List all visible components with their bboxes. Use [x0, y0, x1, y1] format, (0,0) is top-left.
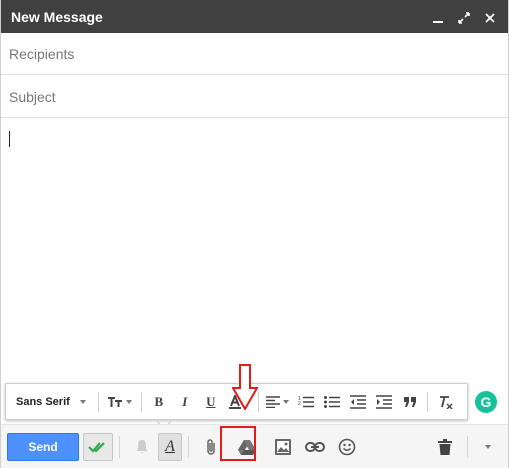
discard-draft-button[interactable]: [429, 433, 461, 461]
font-family-select[interactable]: Sans Serif: [6, 384, 94, 419]
numbered-list-icon: 12: [298, 396, 314, 407]
highlight-box: [220, 426, 256, 461]
font-size-select[interactable]: [103, 384, 137, 419]
chevron-down-icon: [79, 399, 86, 404]
indent-less-button[interactable]: [345, 384, 371, 419]
bold-button[interactable]: B: [146, 384, 172, 419]
recipients-field: [1, 33, 508, 75]
underline-button[interactable]: U: [198, 384, 224, 419]
insert-photo-button[interactable]: [267, 433, 299, 461]
formatting-options-button[interactable]: A: [158, 432, 182, 461]
double-check-icon: [88, 441, 105, 453]
indent-less-icon: [349, 394, 366, 409]
insert-emoji-button[interactable]: [331, 433, 363, 461]
divider: [188, 435, 189, 458]
message-body[interactable]: [1, 119, 508, 379]
font-family-label: Sans Serif: [16, 395, 70, 408]
send-later-button[interactable]: [83, 432, 113, 461]
bulleted-list-button[interactable]: [319, 384, 345, 419]
trash-icon: [438, 438, 452, 455]
subject-field: [1, 76, 508, 118]
text-caret: [9, 131, 10, 147]
emoji-icon: [338, 438, 356, 455]
bulleted-list-icon: [323, 395, 340, 408]
align-left-icon: [266, 395, 281, 408]
reminder-button[interactable]: [126, 433, 158, 461]
recipients-input[interactable]: [1, 33, 508, 74]
indent-more-button[interactable]: [371, 384, 397, 419]
text-size-icon: [108, 396, 123, 407]
subject-input[interactable]: [1, 76, 508, 117]
more-options-button[interactable]: [474, 433, 502, 461]
divider: [467, 435, 468, 458]
remove-formatting-button[interactable]: [432, 384, 458, 419]
link-icon: [305, 441, 325, 452]
compose-titlebar[interactable]: New Message: [1, 0, 508, 33]
divider: [97, 391, 99, 412]
photo-icon: [275, 438, 291, 455]
chevron-down-icon: [126, 399, 133, 404]
close-icon[interactable]: [484, 11, 496, 23]
indent-more-icon: [375, 394, 392, 409]
send-button[interactable]: Send: [7, 432, 79, 461]
chevron-down-icon: [283, 399, 290, 404]
divider: [119, 435, 120, 458]
paperclip-icon: [207, 438, 215, 455]
numbered-list-button[interactable]: 12: [293, 384, 319, 419]
grammarly-label: G: [480, 394, 492, 410]
quote-icon: [403, 396, 416, 407]
clear-formatting-icon: [439, 395, 453, 409]
grammarly-button[interactable]: G: [475, 391, 497, 413]
compose-window: New Message Sans Serif: [0, 0, 509, 468]
arrow-down-icon: [232, 364, 258, 410]
minimize-icon[interactable]: [432, 11, 444, 23]
italic-button[interactable]: I: [172, 384, 198, 419]
chevron-down-icon: [485, 444, 491, 449]
quote-button[interactable]: [397, 384, 423, 419]
bell-icon: [136, 439, 148, 454]
divider: [426, 391, 428, 412]
expand-icon[interactable]: [458, 11, 470, 24]
svg-text:2: 2: [298, 401, 301, 407]
divider: [140, 391, 142, 412]
insert-link-button[interactable]: [299, 433, 331, 461]
align-select[interactable]: [263, 384, 293, 419]
compose-title: New Message: [11, 8, 103, 25]
